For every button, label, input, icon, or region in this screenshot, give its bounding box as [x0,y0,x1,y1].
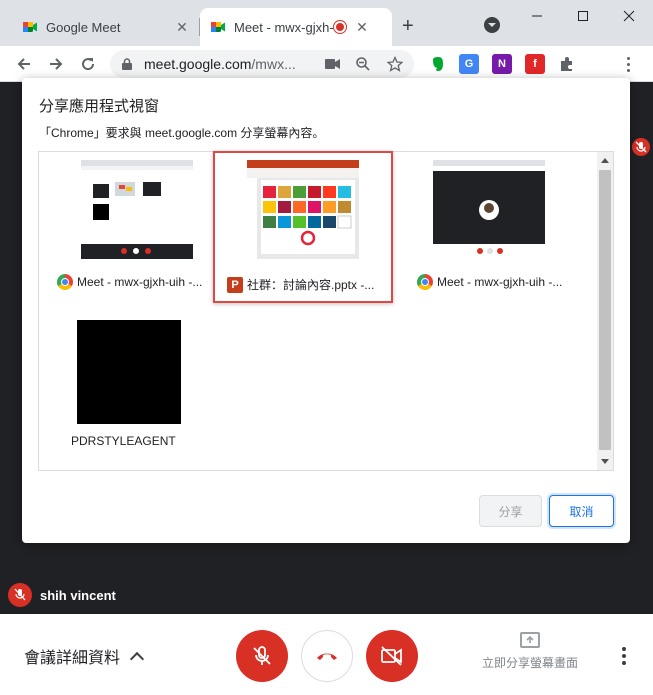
meeting-details-label: 會議詳細資料 [24,650,121,667]
chevron-up-icon [129,651,145,667]
hang-up-icon [317,653,337,660]
extensions-puzzle-icon[interactable] [557,54,577,74]
reload-button[interactable] [76,52,100,76]
browser-menu-icon[interactable] [618,54,638,74]
meeting-details-button[interactable]: 會議詳細資料 [24,644,145,668]
window-thumbnail [433,160,545,259]
google-meet-icon [210,19,226,35]
present-now-label: 立即分享螢幕畫面 [482,656,579,670]
scroll-thumb[interactable] [599,170,611,450]
source-label: PDRSTYLEAGENT [71,434,176,448]
microphone-toggle-button[interactable] [236,630,288,682]
source-item-pdrstyleagent[interactable]: PDRSTYLEAGENT [47,314,227,466]
window-thumbnail [77,320,181,424]
cancel-button[interactable]: 取消 [549,495,614,527]
tab-search-icon[interactable] [484,17,500,33]
window-thumbnail [81,160,193,259]
close-icon[interactable]: ✕ [174,19,190,35]
tab-google-meet[interactable]: Google Meet ✕ [12,8,198,46]
present-screen-icon [520,632,540,648]
maximize-button[interactable] [560,0,606,32]
present-now-button[interactable]: 立即分享螢幕畫面 [482,632,578,671]
google-translate-icon[interactable]: G [459,54,479,74]
url-text: meet.google.com/mwx... [144,56,296,72]
forward-button[interactable] [44,52,68,76]
share-button[interactable]: 分享 [479,495,542,527]
onenote-icon[interactable]: N [492,54,512,74]
dialog-subtitle: 「Chrome」要求與 meet.google.com 分享螢幕內容。 [39,126,325,140]
tab-meet-active[interactable]: Meet - mwx-gjxh-uih ✕ [200,8,392,46]
mic-off-icon [253,646,271,665]
google-meet-icon [22,19,38,35]
browser-titlebar: Google Meet ✕ Meet - mwx-gjxh-uih ✕ + [0,0,653,46]
source-item-meet-window-1[interactable]: Meet - mwx-gjxh-uih -... [47,152,227,304]
chrome-icon [57,274,73,290]
tab-label: Meet - mwx-gjxh-uih [234,19,334,35]
window-source-list: Meet - mwx-gjxh-uih -... P 社群：討論內容.pptx … [38,151,614,471]
close-window-button[interactable] [606,0,652,32]
powerpoint-icon: P [227,276,243,293]
chrome-icon [417,274,433,290]
evernote-icon[interactable] [428,54,448,74]
source-label: Meet - mwx-gjxh-uih -... [57,274,217,290]
muted-mic-icon [632,138,650,156]
new-tab-button[interactable]: + [402,16,414,36]
dialog-title: 分享應用程式視窗 [39,98,160,115]
camera-icon[interactable] [324,55,342,73]
address-bar[interactable]: meet.google.com/mwx... [110,50,414,78]
recording-indicator-icon [334,21,346,33]
participant-name: shih vincent [40,587,116,603]
close-icon[interactable]: ✕ [354,19,370,35]
list-scrollbar[interactable] [597,152,613,470]
browser-toolbar: meet.google.com/mwx... G N f [0,46,653,82]
source-item-powerpoint[interactable]: P 社群：討論內容.pptx -... [213,151,393,303]
window-thumbnail [247,160,359,259]
back-button[interactable] [12,52,36,76]
leave-call-button[interactable] [301,630,353,682]
bookmark-star-icon[interactable] [386,55,404,73]
scroll-up-icon[interactable] [601,158,609,163]
zoom-out-icon[interactable] [354,55,372,73]
meet-control-bar: 會議詳細資料 立即分享螢幕畫面 [0,614,653,695]
source-item-meet-window-2[interactable]: Meet - mwx-gjxh-uih -... [407,152,587,304]
share-window-dialog: 分享應用程式視窗 「Chrome」要求與 meet.google.com 分享螢… [22,78,630,543]
source-label: P 社群：討論內容.pptx -... [227,276,387,293]
camera-toggle-button[interactable] [366,630,418,682]
minimize-button[interactable] [514,0,560,32]
flipboard-icon[interactable]: f [525,54,545,74]
more-options-icon[interactable] [614,644,634,668]
scroll-down-icon[interactable] [601,459,609,464]
tab-label: Google Meet [46,19,121,35]
sdg-grid-image [263,186,352,246]
camera-off-icon [381,646,402,666]
muted-mic-icon [8,583,32,607]
lock-icon [122,58,132,70]
source-label: Meet - mwx-gjxh-uih -... [417,274,577,290]
participant-name-tag: shih vincent [8,583,116,607]
